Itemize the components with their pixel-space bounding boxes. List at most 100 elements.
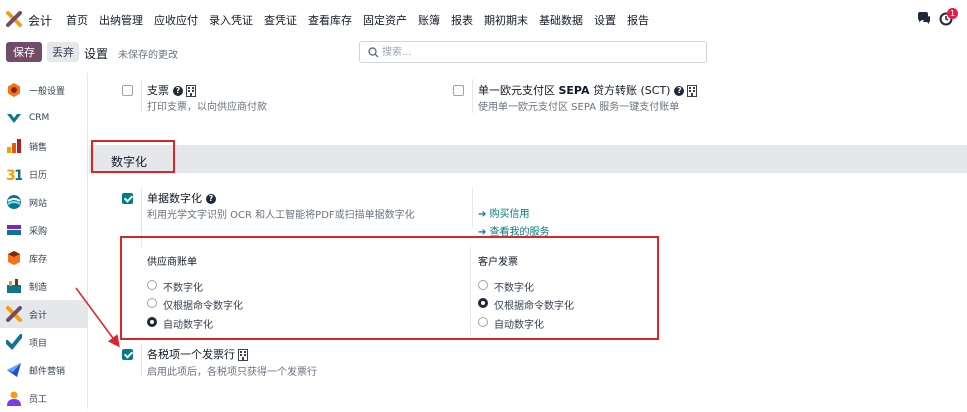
purchase-icon [7,225,21,235]
sepa-checkbox[interactable] [453,85,464,96]
menu-item-cashier[interactable]: 出纳管理 [99,12,143,28]
notification-badge: 1 [947,8,958,19]
menu-item-home[interactable]: 首页 [66,12,88,28]
sepa-setting-title: 单一欧元支付区 SEPA 贷方转账 (SCT)? [478,82,698,98]
project-icon [6,334,22,350]
company-building-icon [687,85,698,97]
menu-item-settings[interactable]: 设置 [594,12,616,28]
settings-content: 支票? 打印支票，以向供应商付款 单一欧元支付区 SEPA 贷方转账 (SCT)… [89,73,967,409]
vendor-radio-on-demand[interactable] [147,298,157,308]
sidebar-item-label: 项目 [29,338,48,349]
customer-invoices-heading: 客户发票 [478,257,518,268]
document-digitization-checkbox[interactable] [122,193,133,204]
vendor-radio-no-digitize[interactable] [147,280,157,290]
sidebar-item-label: 库存 [29,254,48,265]
sidebar-item-label: 销售 [29,142,48,153]
sidebar-item-email-marketing[interactable]: 邮件营销 [0,356,88,384]
sidebar-item-employees[interactable]: 员工 [0,384,88,412]
sidebar-item-label: 员工 [29,394,48,405]
customer-radio-on-demand[interactable] [478,298,488,308]
svg-text:1: 1 [14,168,22,182]
sidebar-item-calendar[interactable]: 31 日历 [0,160,88,188]
digitization-setting-title: 单据数字化? [147,190,216,206]
sidebar-item-label: 制造 [29,282,48,293]
app-name[interactable]: 会计 [28,12,52,29]
menu-item-fixed-assets[interactable]: 固定资产 [363,12,407,28]
manufacturing-icon [7,279,21,293]
divider [470,247,471,335]
vendor-bills-heading: 供应商账单 [147,257,197,268]
sidebar-item-sales[interactable]: 销售 [0,132,88,160]
menu-item-view-vouchers[interactable]: 查凭证 [264,12,297,28]
email-marketing-icon [7,363,21,377]
sidebar-item-inventory[interactable]: 库存 [0,244,88,272]
sepa-title-suffix: 贷方转账 (SCT) [589,84,671,97]
sidebar-item-label: 邮件营销 [29,366,66,377]
calendar-icon: 31 [6,168,22,182]
search-icon [368,47,379,58]
sidebar-item-label: 日历 [29,170,48,181]
help-icon[interactable]: ? [206,194,216,204]
unsaved-changes-indicator: 未保存的更改 [118,50,178,61]
sidebar-item-label: 一般设置 [29,86,66,97]
menu-item-enter-voucher[interactable]: 录入凭证 [209,12,253,28]
sidebar-item-purchase[interactable]: 采购 [0,216,88,244]
buy-credits-link[interactable]: ➔ 购买信用 [478,205,530,220]
tax-lines-setting-desc: 启用此项后，各税项只获得一个发票行 [147,367,317,378]
menu-item-master-data[interactable]: 基础数据 [539,12,583,28]
sidebar-item-label: 采购 [29,226,48,237]
settings-sidebar: 一般设置 CRM 销售 31 日历 网站 采购 库存 制造 会计 项目 邮件营销 [0,73,88,409]
save-button[interactable]: 保存 [6,42,42,62]
crm-icon [7,114,21,123]
menu-item-receivables-payables[interactable]: 应收应付 [154,12,198,28]
sidebar-item-label: CRM [29,113,50,123]
help-icon[interactable]: ? [674,86,685,96]
check-setting-title: 支票? [147,82,196,98]
customer-radio-no-digitize[interactable] [478,280,488,290]
menu-item-ledgers[interactable]: 账簿 [418,12,440,28]
discard-button[interactable]: 丢弃 [47,42,79,62]
inventory-icon [8,251,20,265]
sidebar-item-general-settings[interactable]: 一般设置 [0,76,88,104]
settings-icon [8,83,20,97]
menu-item-period-end[interactable]: 期初期末 [484,12,528,28]
employees-icon [7,391,21,406]
sidebar-item-manufacturing[interactable]: 制造 [0,272,88,300]
sidebar-item-crm[interactable]: CRM [0,104,88,132]
sidebar-item-accounting[interactable]: 会计 [0,300,88,328]
digitization-setting-desc: 利用光学文字识别 OCR 和人工智能将PDF或扫描单据数字化 [147,210,415,221]
customer-option-label[interactable]: 不数字化 [494,279,534,294]
search-input[interactable] [382,44,702,60]
company-building-icon [186,85,196,97]
vendor-option-label[interactable]: 不数字化 [163,279,203,294]
sepa-title-prefix: 单一欧元支付区 [478,84,559,97]
control-panel: 保存 丢弃 设置 未保存的更改 [0,38,967,68]
vendor-option-label[interactable]: 自动数字化 [163,316,213,331]
sidebar-item-website[interactable]: 网站 [0,188,88,216]
accounting-icon [6,306,22,322]
divider [472,79,473,113]
help-icon[interactable]: ? [173,86,183,96]
menu-item-reports[interactable]: 报表 [451,12,473,28]
vendor-option-label[interactable]: 仅根据命令数字化 [163,297,243,312]
sidebar-item-project[interactable]: 项目 [0,328,88,356]
check-title-text: 支票 [147,84,169,97]
customer-radio-auto[interactable] [478,317,488,327]
sidebar-item-label: 网站 [29,198,48,209]
digitization-title-text: 单据数字化 [147,192,202,205]
chat-icon[interactable] [917,12,931,24]
check-checkbox[interactable] [122,85,133,96]
menu-item-report[interactable]: 报告 [627,12,649,28]
tax-lines-checkbox[interactable] [122,349,133,360]
tax-lines-title-text: 各税项一个发票行 [147,348,235,361]
customer-option-label[interactable]: 仅根据命令数字化 [494,297,574,312]
customer-option-label[interactable]: 自动数字化 [494,316,544,331]
divider [141,79,142,113]
accounting-logo-icon[interactable] [6,11,22,27]
divider [141,343,142,377]
vendor-radio-auto[interactable] [147,317,157,327]
website-icon [7,195,21,209]
sidebar-item-label: 会计 [29,310,48,321]
menu-item-view-inventory[interactable]: 查看库存 [308,12,352,28]
sepa-setting-desc: 使用单一欧元支付区 SEPA 服务一键支付账单 [478,102,680,113]
